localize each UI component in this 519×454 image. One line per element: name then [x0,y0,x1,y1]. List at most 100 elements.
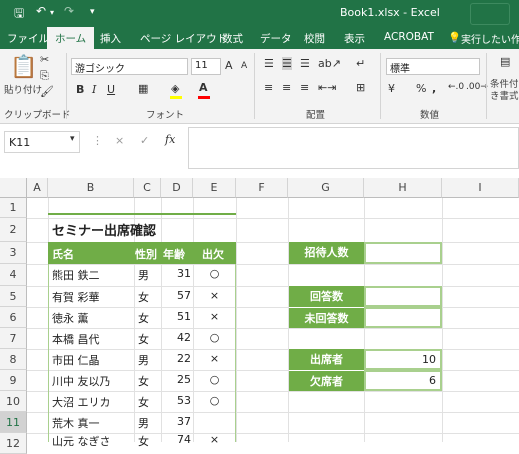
select-all-corner[interactable] [0,178,27,198]
wrap-text-icon[interactable]: ↵ [356,57,365,70]
insert-function-icon[interactable]: fx [165,133,175,146]
italic-button[interactable]: I [92,83,96,96]
tab-formulas[interactable]: 数式 [222,31,243,46]
cell-attendance[interactable]: × [193,289,236,302]
cell-name[interactable]: 大沼 エリカ [52,394,111,410]
cell-gender[interactable]: 男 [138,352,149,368]
cell-age[interactable]: 37 [161,415,191,428]
absentees-value[interactable]: 6 [364,370,442,391]
row-header-3[interactable]: 3 [0,242,27,264]
column-header-b[interactable]: B [48,178,134,198]
decrease-decimal-icon[interactable]: .00→ [466,82,488,92]
cell-name[interactable]: 川中 友以乃 [52,373,111,389]
tab-file[interactable]: ファイル [7,31,49,46]
column-header-f[interactable]: F [236,178,288,198]
tell-me-input[interactable]: 実行したい作業 [461,31,519,46]
row-header-8[interactable]: 8 [0,349,27,370]
row-header-10[interactable]: 10 [0,391,27,412]
tab-acrobat[interactable]: ACROBAT [384,31,434,43]
conditional-format-label[interactable]: 条件付き書式 [490,79,519,105]
undo-dropdown-icon[interactable]: ▾ [50,8,54,17]
percent-icon[interactable]: % [416,82,426,95]
header-gender[interactable]: 性別 [135,246,157,262]
paste-button-label[interactable]: 貼り付け [4,82,42,96]
undo-icon[interactable]: ↶ [36,4,46,18]
cell-attendance[interactable]: ○ [193,267,236,280]
tab-home[interactable]: ホーム [47,27,95,49]
cell-name[interactable]: 熊田 鉄二 [52,267,100,283]
invited-label[interactable]: 招待人数 [289,242,364,264]
unanswered-value[interactable] [364,307,442,328]
attendees-label[interactable]: 出席者 [289,349,364,370]
redo-icon[interactable]: ↷ [64,4,74,18]
align-middle-icon[interactable]: ☰ [282,57,292,70]
cell-gender[interactable]: 女 [138,433,149,449]
conditional-format-icon[interactable]: ▤ [500,55,510,68]
row-header-5[interactable]: 5 [0,286,27,307]
grow-font-icon[interactable]: A [225,59,233,72]
cell-name[interactable]: 市田 仁晶 [52,352,100,368]
currency-icon[interactable]: ¥ [388,82,395,95]
column-header-a[interactable]: A [27,178,48,198]
number-format-select[interactable]: 標準 [386,58,480,75]
align-center-icon[interactable]: ≡ [282,81,291,94]
row-header-7[interactable]: 7 [0,328,27,349]
answered-value[interactable] [364,286,442,307]
row-header-11[interactable]: 11 [0,412,27,433]
cell-name[interactable]: 徳永 薫 [52,310,89,326]
shrink-font-icon[interactable]: A [241,61,247,71]
cell-attendance[interactable]: ○ [193,394,236,407]
answered-label[interactable]: 回答数 [289,286,364,307]
cancel-icon[interactable]: × [115,134,124,147]
attendees-value[interactable]: 10 [364,349,442,370]
row-header-6[interactable]: 6 [0,307,27,328]
cell-gender[interactable]: 女 [138,373,149,389]
invited-value[interactable] [364,242,442,264]
column-header-h[interactable]: H [364,178,442,198]
row-header-4[interactable]: 4 [0,264,27,286]
enter-icon[interactable]: ✓ [140,134,149,147]
column-header-g[interactable]: G [288,178,364,198]
column-header-i[interactable]: I [442,178,519,198]
cell-attendance[interactable]: × [193,433,236,446]
cell-name[interactable]: 本橋 昌代 [52,331,100,347]
align-right-icon[interactable]: ≡ [300,81,309,94]
tab-page-layout[interactable]: ページ レイアウト [140,31,227,46]
bold-button[interactable]: B [76,83,84,96]
row-header-9[interactable]: 9 [0,370,27,391]
header-age[interactable]: 年齢 [163,246,185,262]
cell-name[interactable]: 有賀 彩華 [52,289,100,305]
absentees-label[interactable]: 欠席者 [289,370,364,391]
orientation-icon[interactable]: ab↗ [318,57,341,70]
tab-view[interactable]: 表示 [344,31,365,46]
align-left-icon[interactable]: ≡ [264,81,273,94]
indent-icon[interactable]: ⇤⇥ [318,81,336,94]
row-header-1[interactable]: 1 [0,198,27,218]
font-color-icon[interactable]: A [199,81,208,94]
font-name-select[interactable]: 游ゴシック [71,58,188,75]
font-size-select[interactable]: 11 [191,58,221,75]
cell-age[interactable]: 74 [161,433,191,446]
column-header-e[interactable]: E [193,178,236,198]
unanswered-label[interactable]: 未回答数 [289,307,364,328]
cut-icon[interactable]: ✂ [40,53,49,66]
tab-insert[interactable]: 挿入 [100,31,121,46]
paste-icon[interactable]: 📋 [10,55,37,80]
merge-center-icon[interactable]: ⊞ [356,81,365,94]
cell-age[interactable]: 22 [161,352,191,365]
comma-icon[interactable]: , [432,82,436,95]
borders-icon[interactable]: ▦ [138,82,148,95]
tab-review[interactable]: 校閲 [304,31,325,46]
cell-attendance[interactable]: ○ [193,331,236,344]
format-painter-icon[interactable]: 🖌 [40,85,54,98]
name-box[interactable]: K11 [4,131,80,153]
cell-age[interactable]: 51 [161,310,191,323]
column-header-d[interactable]: D [161,178,193,198]
cell-name[interactable]: 山元 なぎさ [52,433,111,449]
cell-attendance[interactable]: ○ [193,373,236,386]
cell-age[interactable]: 31 [161,267,191,280]
cell-gender[interactable]: 女 [138,394,149,410]
cell-age[interactable]: 25 [161,373,191,386]
cell-gender[interactable]: 女 [138,289,149,305]
save-icon[interactable]: 🖫 [14,4,24,25]
